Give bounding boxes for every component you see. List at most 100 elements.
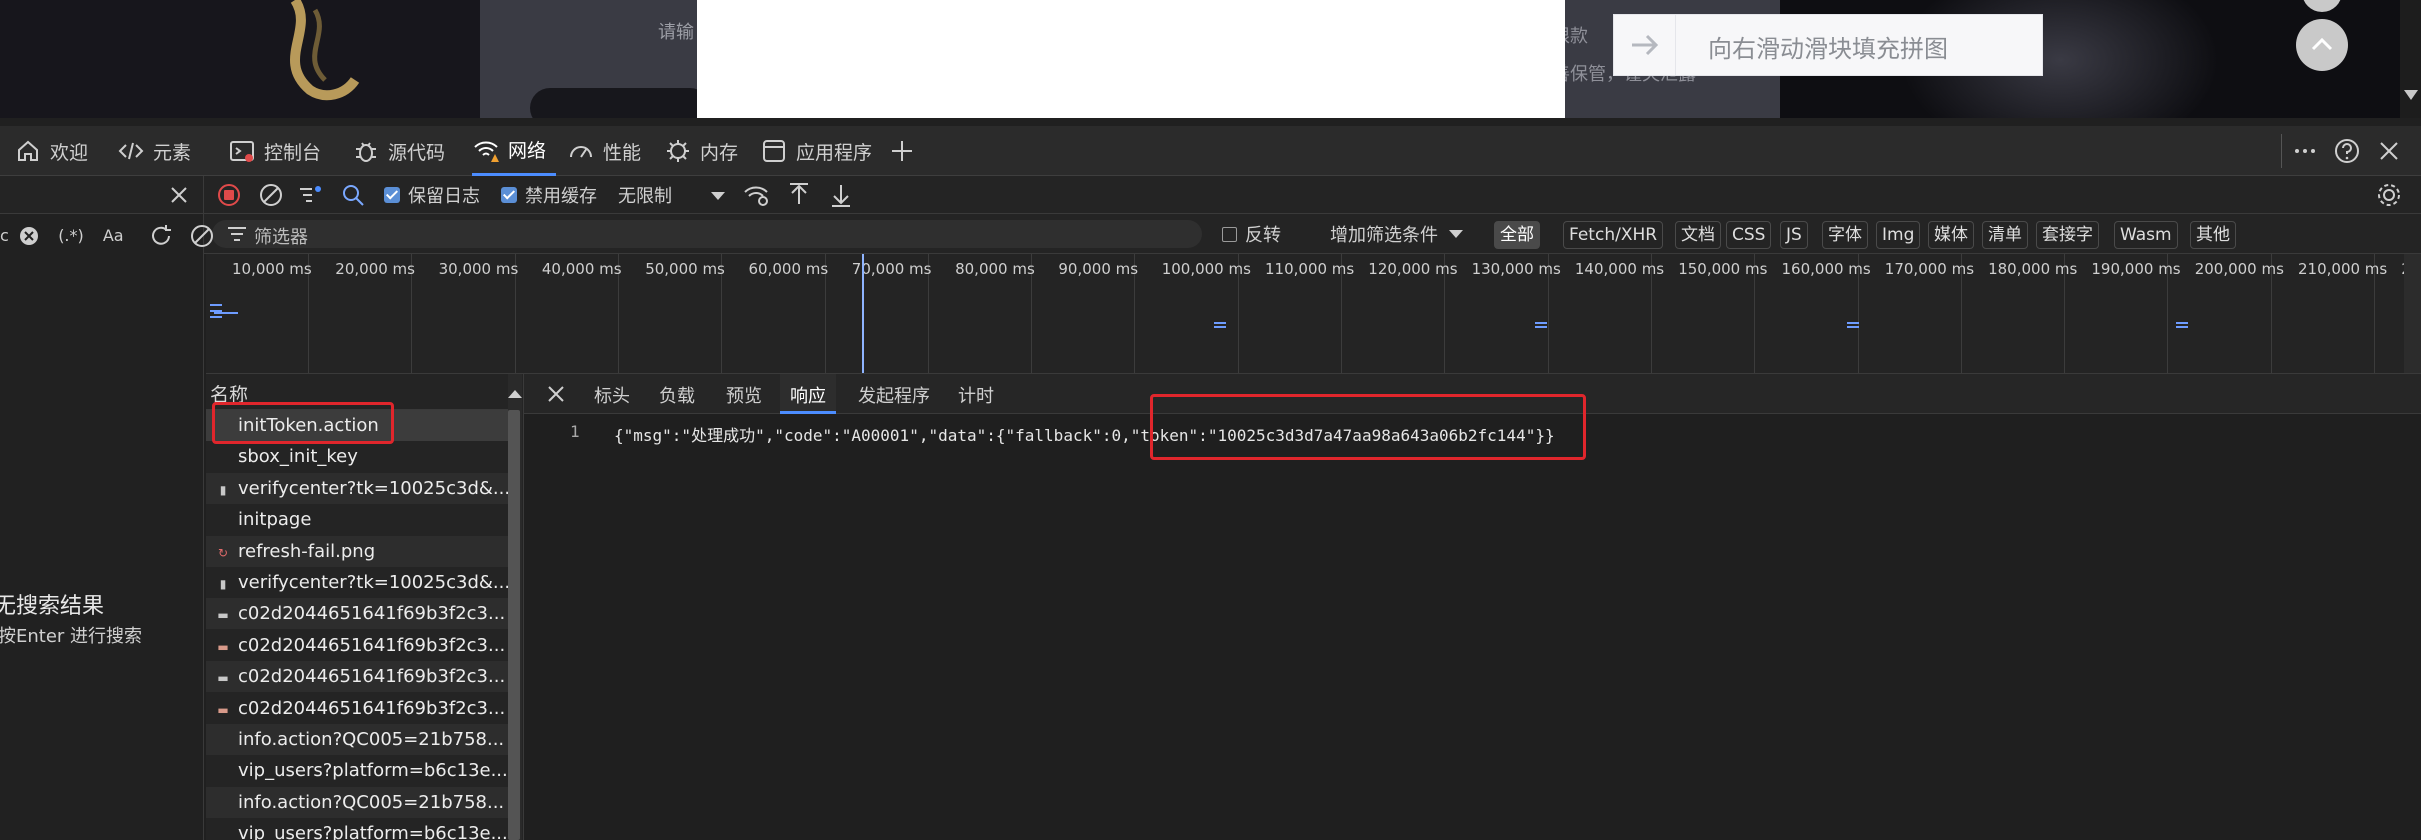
tab-memory[interactable]: 内存 — [664, 126, 738, 176]
timeline-scrollbar[interactable] — [2404, 254, 2421, 373]
regex-toggle[interactable]: (.*) — [58, 226, 84, 245]
request-row[interactable]: initpage — [206, 504, 508, 535]
request-list-scroll-thumb[interactable] — [508, 410, 520, 840]
request-row[interactable]: ▮ verifycenter?tk=10025c3d&... — [206, 472, 508, 504]
close-detail-icon[interactable] — [544, 382, 568, 406]
tab-headers[interactable]: 标头 — [594, 374, 630, 414]
timeline-tick-label: 140,000 ms — [1574, 260, 1665, 278]
tab-welcome[interactable]: 欢迎 — [14, 126, 88, 176]
request-row[interactable]: info.action?QC005=21b758... — [206, 786, 508, 818]
upload-icon[interactable] — [784, 180, 814, 210]
request-row[interactable]: ↻ refresh-fail.png — [206, 535, 508, 567]
checkbox-unchecked-icon — [1222, 226, 1237, 242]
search-pane-header — [0, 176, 204, 214]
scroll-up-arrow-icon[interactable] — [506, 388, 524, 400]
request-row[interactable]: ▬ c02d2044651641f69b3f2c3... — [206, 693, 508, 724]
case-toggle[interactable]: Aa — [103, 226, 124, 245]
throttle-select[interactable]: 无限制 — [618, 180, 672, 210]
tab-application-label: 应用程序 — [796, 141, 873, 164]
tab-elements[interactable]: 元素 — [117, 126, 191, 176]
filter-type-other[interactable]: 其他 — [2190, 221, 2236, 249]
record-stop-icon[interactable] — [214, 180, 244, 210]
disable-cache-label: 禁用缓存 — [525, 186, 597, 207]
gauge-icon — [570, 146, 592, 158]
request-row[interactable]: ▬ c02d2044651641f69b3f2c3... — [206, 630, 508, 661]
tab-timing[interactable]: 计时 — [958, 374, 994, 414]
network-timeline[interactable]: 10,000 ms 20,000 ms 30,000 ms 40,000 ms 50,0… — [206, 254, 2421, 374]
filter-type-wasm[interactable]: Wasm — [2114, 221, 2178, 249]
filter-type-css[interactable]: CSS — [1726, 221, 1772, 249]
request-name: sbox_init_key — [238, 446, 358, 468]
tab-initiator[interactable]: 发起程序 — [858, 374, 930, 414]
tab-preview[interactable]: 预览 — [726, 374, 762, 414]
timeline-tick-label: 50,000 ms — [645, 260, 725, 278]
network-conditions-icon[interactable] — [742, 180, 772, 210]
preserve-log-checkbox[interactable]: 保留日志 — [384, 180, 480, 210]
timeline-request-mark — [1847, 326, 1859, 328]
download-icon[interactable] — [826, 180, 856, 210]
filter-type-font[interactable]: 字体 — [1822, 221, 1868, 249]
settings-gear-icon[interactable] — [2374, 180, 2404, 210]
tab-sources[interactable]: 源代码 — [352, 126, 445, 176]
filter-type-all[interactable]: 全部 — [1494, 221, 1540, 249]
filter-type-js[interactable]: JS — [1780, 221, 1808, 249]
page-scrollbar[interactable] — [2400, 0, 2421, 118]
search-input-edge[interactable]: c — [0, 226, 14, 245]
highlight-token-value — [1150, 394, 1586, 460]
tab-performance[interactable]: 性能 — [567, 126, 641, 176]
request-row[interactable]: sbox_init_key — [206, 441, 508, 472]
clear-results-icon[interactable] — [188, 222, 216, 250]
no-search-results: 无搜索结果 — [0, 594, 105, 619]
tab-payload[interactable]: 负载 — [659, 374, 695, 414]
captcha-slider-handle[interactable] — [1614, 15, 1676, 75]
request-row[interactable]: info.action?QC005=21b758... — [206, 724, 508, 755]
disable-cache-checkbox[interactable]: 禁用缓存 — [501, 180, 597, 210]
request-row[interactable]: ▬ c02d2044651641f69b3f2c3... — [206, 598, 508, 630]
filter-input[interactable]: 筛选器 — [212, 220, 1202, 248]
tab-response[interactable]: 响应 — [780, 374, 836, 414]
invert-checkbox[interactable]: 反转 — [1222, 219, 1281, 249]
timeline-tick-label: 30,000 ms — [438, 260, 519, 278]
captcha-slider-track[interactable]: 向右滑动滑块填充拼图 — [1613, 14, 2043, 76]
more-options-icon[interactable] — [2290, 136, 2320, 166]
checkbox-checked-icon — [384, 187, 400, 203]
clear-search-icon[interactable] — [19, 226, 39, 246]
tab-console[interactable]: 控制台 — [228, 126, 321, 176]
devtools-tab-bar: 欢迎 元素 控制台 源代码 网络 性能 内存 应用程序 — [0, 126, 2421, 176]
timeline-tick-label: 40,000 ms — [541, 260, 622, 278]
request-row[interactable]: ▬ c02d2044651641f69b3f2c3... — [206, 661, 508, 693]
filter-type-fetch-xhr[interactable]: Fetch/XHR — [1563, 221, 1664, 249]
filter-type-socket[interactable]: 套接字 — [2036, 221, 2099, 249]
search-options: c (.*) Aa — [0, 222, 216, 250]
help-icon[interactable] — [2332, 136, 2362, 166]
page-dark-button[interactable] — [530, 88, 710, 118]
scroll-up-button[interactable] — [2296, 19, 2348, 71]
scroll-down-arrow-icon[interactable] — [2404, 90, 2418, 100]
request-row[interactable]: vip_users?platform=b6c13e... — [206, 755, 508, 786]
filter-type-img[interactable]: Img — [1876, 221, 1921, 249]
close-devtools-icon[interactable] — [2374, 136, 2404, 166]
network-toolbar: 保留日志 禁用缓存 无限制 — [0, 176, 2421, 214]
filter-type-media[interactable]: 媒体 — [1928, 221, 1974, 249]
filter-placeholder: 筛选器 — [254, 227, 308, 248]
console-icon — [230, 141, 254, 162]
filter-settings-icon[interactable] — [296, 180, 326, 210]
timeline-request-mark — [2176, 322, 2188, 324]
add-tab-button[interactable] — [888, 126, 924, 176]
wifi-warning-icon — [474, 141, 499, 162]
tab-application[interactable]: 应用程序 — [760, 126, 872, 176]
dropdown-arrow-icon[interactable] — [706, 180, 730, 210]
checkbox-checked-icon — [501, 187, 517, 203]
request-row[interactable]: ▮ verifycenter?tk=10025c3d&... — [206, 567, 508, 598]
highlight-init-token-request — [212, 402, 394, 444]
plus-icon — [892, 141, 912, 161]
filter-type-doc[interactable]: 文档 — [1675, 221, 1721, 249]
request-row[interactable]: vip_users?platform=b6c13e... — [206, 818, 508, 840]
tab-network[interactable]: 网络 — [472, 126, 557, 176]
more-filters-dropdown[interactable]: 增加筛选条件 — [1330, 219, 1468, 249]
arrow-right-icon — [1632, 34, 1659, 56]
filter-type-manifest[interactable]: 清单 — [1982, 221, 2028, 249]
search-icon[interactable] — [338, 180, 368, 210]
clear-icon[interactable] — [256, 180, 286, 210]
refresh-icon[interactable] — [147, 222, 175, 250]
